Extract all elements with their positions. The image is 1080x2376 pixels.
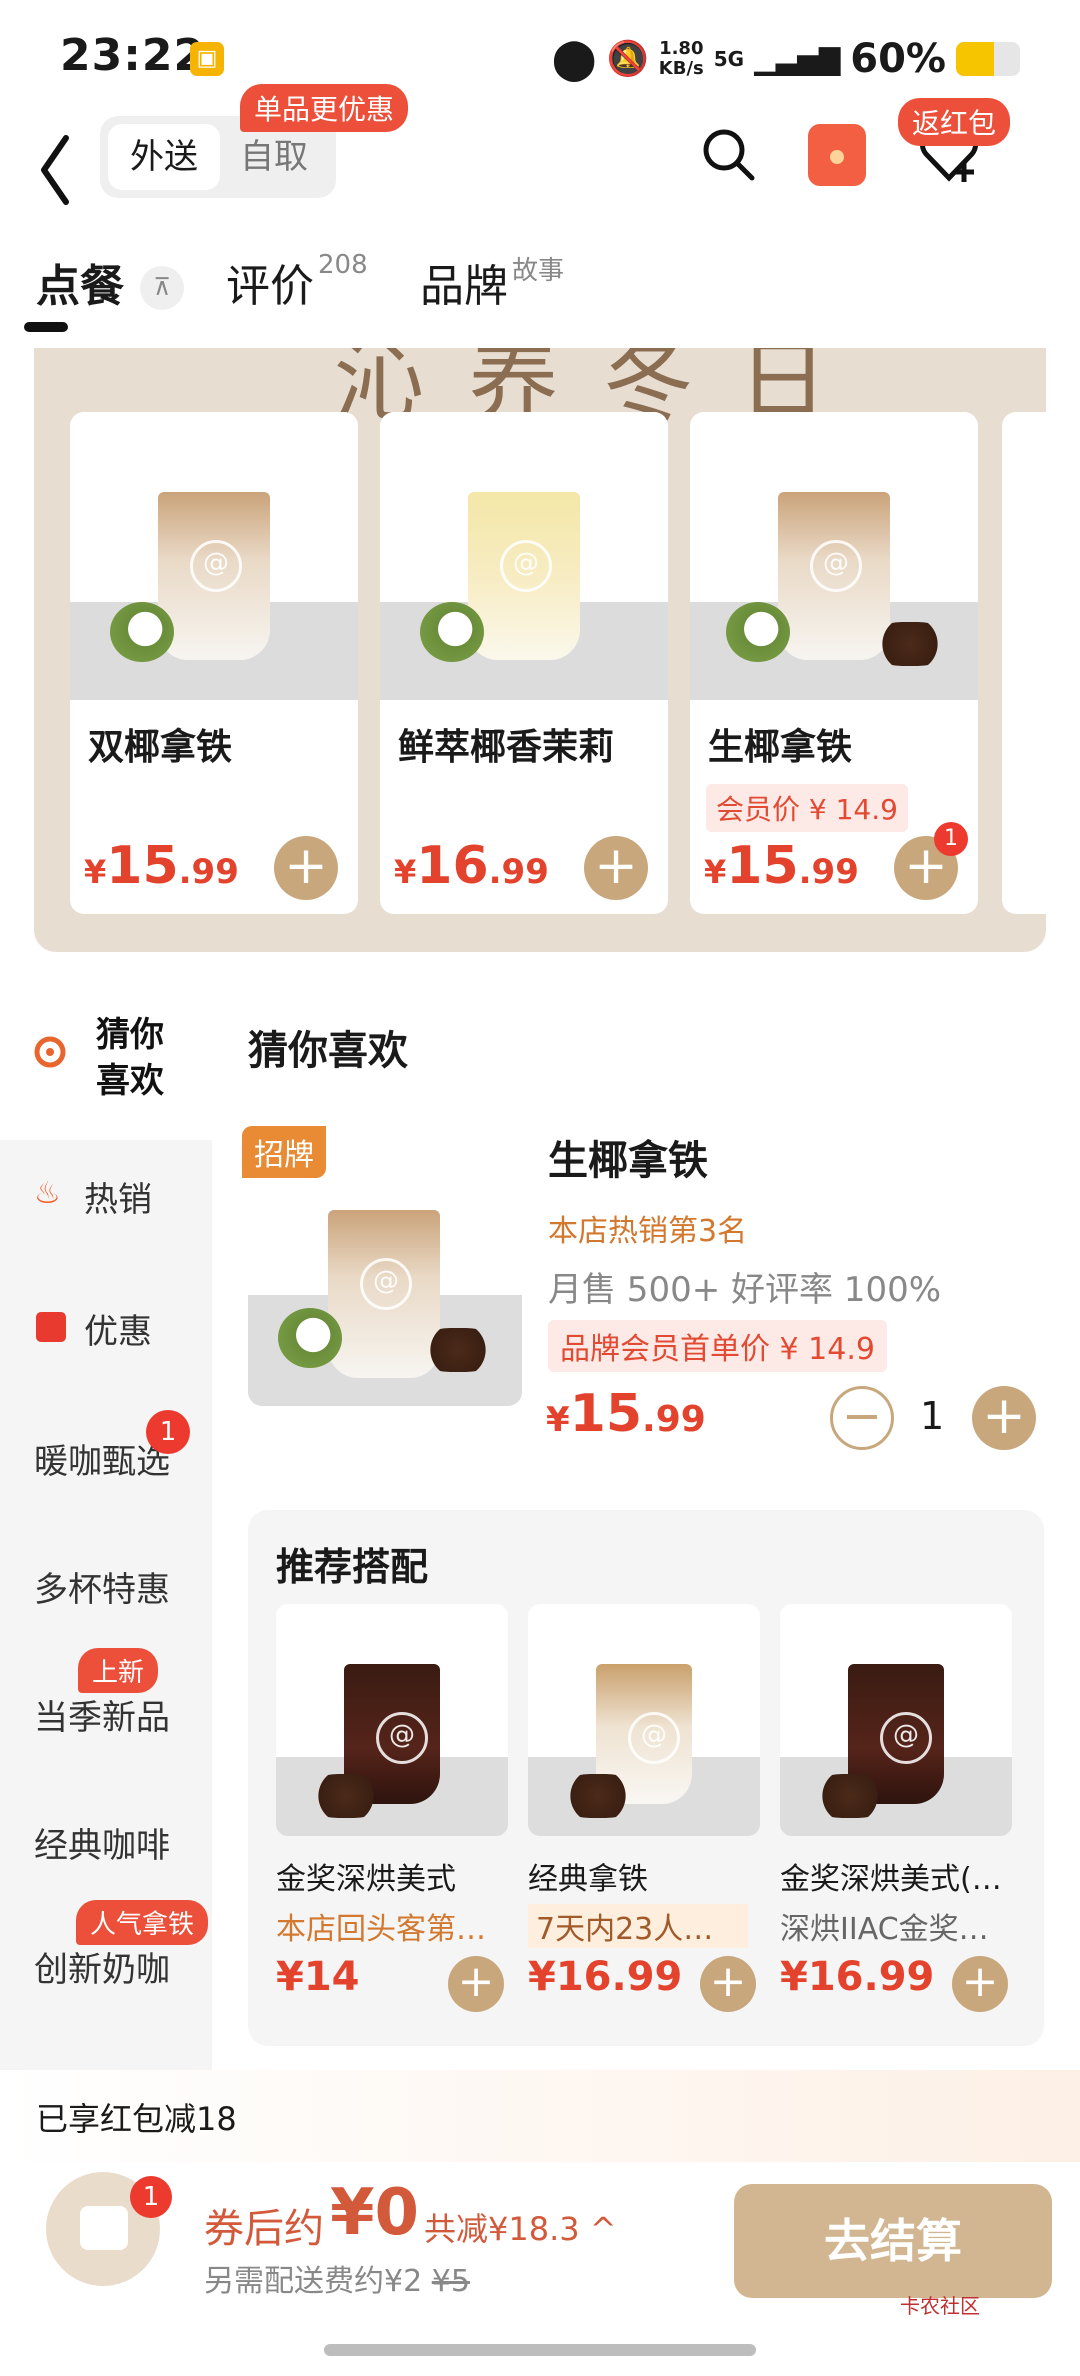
sidebar-item-label: 当季新品 (34, 1698, 170, 1738)
checkout-button[interactable]: 去结算 (734, 2184, 1052, 2298)
delivery-fee: 另需配送费约¥2 ¥5 (204, 2264, 470, 2299)
red-packet-icon[interactable] (808, 124, 866, 186)
plus-icon[interactable]: + (274, 836, 338, 900)
cart-bag-icon (80, 2206, 128, 2250)
recommend-sub: 深烘IIAC金奖… (780, 1912, 989, 1947)
featured-price: ¥15.99 (546, 1384, 706, 1444)
featured-member-price: 品牌会员首单价 ¥ 14.9 (548, 1320, 887, 1372)
banner-product-card[interactable]: 鲜萃椰香茉莉 ¥16.99 + (380, 412, 668, 914)
promo-banner: 沁 养 冬 日 双椰拿铁 ¥15.99 + 鲜萃椰香茉莉 ¥16.99 + 生椰… (34, 348, 1046, 952)
cart-count-badge: 1 (130, 2176, 172, 2218)
coupon-text: 已享红包减18 (36, 2100, 237, 2138)
net-type: 5G (713, 47, 745, 71)
total-saved[interactable]: 共减¥18.3 ^ (424, 2204, 617, 2250)
sidebar-item-discount[interactable]: 优惠 (0, 1282, 212, 1372)
search-icon[interactable] (700, 126, 756, 182)
plus-icon[interactable]: + (448, 1956, 504, 2012)
sidebar-item-classic-coffee[interactable]: 经典咖啡 (0, 1796, 212, 1886)
recommend-sub: 7天内23人… (528, 1904, 748, 1948)
home-indicator[interactable] (324, 2344, 756, 2356)
new-tag: 上新 (78, 1648, 159, 1693)
fire-icon: ♨ (34, 1176, 61, 1211)
sidebar-item-label: 热销 (84, 1180, 152, 1220)
recommend-sub: 本店回头客第… (276, 1912, 486, 1947)
sidebar-item-label: 优惠 (84, 1312, 152, 1352)
recommend-image (780, 1604, 1012, 1836)
product-price: ¥16.99 (394, 836, 549, 896)
product-name: 双椰拿铁 (88, 727, 233, 768)
product-name: 鲜萃椰香茉莉 (398, 727, 615, 768)
product-price: ¥15.99 (704, 836, 859, 896)
plus-icon[interactable]: + (952, 1956, 1008, 2012)
sidebar-item-label: 经典咖啡 (34, 1826, 170, 1866)
sidebar-item-label: 创新奶咖 (34, 1950, 170, 1990)
sidebar-item-label: 多杯特惠 (34, 1570, 170, 1610)
battery-text: 60% (850, 36, 946, 82)
cart-count-badge: 1 (934, 822, 968, 856)
pin-top-icon[interactable]: ⊼ (140, 266, 184, 310)
plus-icon[interactable]: + (972, 1386, 1036, 1450)
back-arrow-icon[interactable] (36, 130, 86, 210)
tab-order[interactable]: 点餐 (36, 250, 124, 314)
product-image (690, 412, 978, 700)
net-speed: 1.80 KB/s (658, 38, 704, 79)
recommend-name: 金奖深烘美式 (276, 1862, 456, 1897)
recommend-name: 金奖深烘美式(… (780, 1862, 1002, 1897)
mode-delivery-button[interactable]: 外送 (108, 124, 220, 190)
sidebar-item-creative-milk-coffee[interactable]: 人气拿铁 创新奶咖 (0, 1900, 212, 2010)
coupon-icon (36, 1312, 66, 1342)
status-icons: ⬤ 🔕 1.80 KB/s 5G ▁▃▅▇ 60% (552, 34, 1020, 84)
return-hongbao-tag: 返红包 (898, 98, 1011, 146)
sidebar-item-seasonal[interactable]: 上新 当季新品 (0, 1648, 212, 1758)
product-image (380, 412, 668, 700)
sidebar-item-multi-cup[interactable]: 多杯特惠 (0, 1540, 212, 1630)
sidebar-item-warm-coffee[interactable]: 暖咖甄选 1 (0, 1410, 212, 1500)
category-badge: 1 (146, 1410, 190, 1454)
banner-product-card[interactable]: 生椰拿铁 会员价 ¥ 14.9 ¥15.99 + 1 (690, 412, 978, 914)
promo-tag: 单品更优惠 (240, 84, 409, 132)
recommend-price: ¥16.99 (528, 1954, 683, 2000)
member-price-tag: 会员价 ¥ 14.9 (706, 784, 908, 832)
sidebar-item-hot[interactable]: ♨ 热销 (0, 1150, 212, 1240)
recommend-price: ¥14 (276, 1954, 360, 2000)
sidebar-item-guess[interactable]: 猜你喜欢 (0, 990, 212, 1140)
guess-eye-icon (34, 1036, 66, 1068)
tab-review[interactable]: 评价 208 (226, 250, 368, 314)
featured-sales: 月售 500+ 好评率 100% (548, 1270, 942, 1310)
signature-tag: 招牌 (242, 1126, 326, 1178)
after-coupon-price: ¥0 (330, 2176, 420, 2250)
minus-icon[interactable]: − (830, 1386, 894, 1450)
product-name: 生椰拿铁 (708, 727, 853, 768)
plus-icon[interactable]: + (700, 1956, 756, 2012)
product-price: ¥15.99 (84, 836, 239, 896)
recommend-title: 推荐搭配 (276, 1545, 429, 1589)
signal-icon: ▁▃▅▇ (754, 42, 841, 76)
featured-product-name[interactable]: 生椰拿铁 (548, 1128, 708, 1186)
banner-product-card-partial[interactable] (1002, 412, 1046, 914)
status-bar: 23:22 ▣ ⬤ 🔕 1.80 KB/s 5G ▁▃▅▇ 60% (0, 0, 1080, 110)
tab-brand[interactable]: 品牌 故事 (420, 250, 564, 314)
featured-rank: 本店热销第3名 (548, 1214, 748, 1249)
clock: 23:22 (60, 30, 206, 81)
recommend-image (528, 1604, 760, 1836)
after-coupon-label: 券后约 (204, 2206, 324, 2252)
mute-bell-icon: 🔕 (606, 39, 649, 79)
sidebar-item-label: 猜你喜欢 (96, 1015, 164, 1101)
active-tab-indicator (24, 322, 68, 332)
watermark: 卡农社区 (900, 2294, 980, 2318)
section-title: 猜你喜欢 (248, 1028, 408, 1074)
notification-app-icon: ▣ (190, 42, 224, 76)
mode-pickup-button[interactable]: 自取 (218, 124, 330, 190)
banner-product-card[interactable]: 双椰拿铁 ¥15.99 + (70, 412, 358, 914)
location-icon: ⬤ (551, 36, 597, 82)
review-count: 208 (318, 250, 368, 280)
popular-latte-tag: 人气拿铁 (76, 1900, 209, 1945)
battery-icon (956, 42, 1020, 76)
recommend-price: ¥16.99 (780, 1954, 935, 2000)
product-image (70, 412, 358, 700)
plus-icon[interactable]: + (584, 836, 648, 900)
recommend-name: 经典拿铁 (528, 1862, 648, 1897)
quantity-value: 1 (920, 1394, 945, 1438)
recommend-image (276, 1604, 508, 1836)
